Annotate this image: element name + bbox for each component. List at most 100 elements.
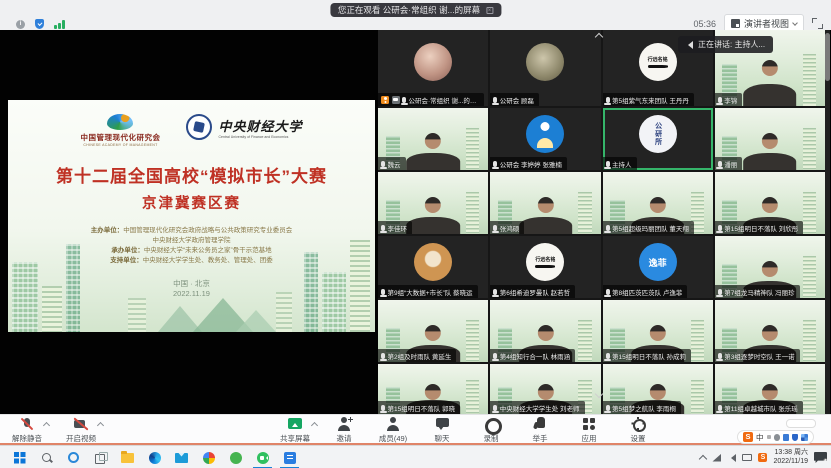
ime-mic-icon[interactable]	[774, 434, 780, 441]
scroll-down-icon[interactable]	[594, 392, 606, 400]
meeting-app-icon[interactable]	[249, 446, 276, 468]
participant-tile[interactable]: 张鸿硕	[490, 172, 600, 234]
participant-name: 第3组逐梦时空队 王一诺	[724, 351, 794, 361]
docs-app-icon[interactable]	[276, 446, 303, 468]
participant-tile[interactable]: 公研所 主持人	[603, 108, 713, 170]
sogou-logo-icon[interactable]: S	[743, 432, 753, 442]
participant-tile[interactable]: 第11组卓越城市队 张乐瑶	[715, 364, 825, 414]
caret-up-icon[interactable]	[44, 421, 50, 427]
participant-tile[interactable]: 公研会 顾磊	[490, 30, 600, 106]
file-explorer-icon[interactable]	[114, 446, 141, 468]
participant-tile[interactable]: 公研会 李婷婷 张雅楠	[490, 108, 600, 170]
grid-scrollbar-thumb[interactable]	[825, 33, 830, 81]
participant-tile[interactable]: 公研会·常组织 谢...的屏幕	[378, 30, 488, 106]
participant-name-label: 张鸿硕	[490, 221, 524, 234]
toolbar-share-button[interactable]: 共享屏幕	[278, 417, 312, 444]
info-icon[interactable]: i	[16, 20, 25, 29]
person-silhouette	[736, 60, 804, 106]
search-icon[interactable]	[33, 446, 60, 468]
participant-tile[interactable]: 第15组明日不落队 孙成莉	[603, 300, 713, 362]
browser-icon[interactable]	[195, 446, 222, 468]
ime-keyboard-icon[interactable]	[783, 434, 789, 441]
taskbar-clock[interactable]: 13:38 周六 2022/11/19	[773, 449, 808, 466]
caret-up-icon[interactable]	[98, 421, 104, 427]
participant-name: 中央财经大学学生处 刘老师	[500, 403, 580, 413]
avatar-text: 行远名铭	[535, 256, 555, 263]
participant-tile[interactable]: 潘丽	[715, 108, 825, 170]
ime-toolbox-icon[interactable]	[801, 434, 808, 441]
mic-icon	[493, 405, 497, 411]
view-mode-label: 演讲者视图	[744, 17, 789, 30]
participant-tile[interactable]: 李佳环	[378, 172, 488, 234]
sogou-input-bar[interactable]: S 中	[737, 430, 814, 444]
avatar-text: 公研所	[653, 122, 663, 146]
toolbar-chat-button[interactable]: 聊天	[425, 417, 459, 444]
participant-name-label: 第5组超级玛丽团队 董天翔	[603, 221, 694, 234]
input-language-icon[interactable]	[742, 454, 752, 461]
security-shield-icon[interactable]	[35, 19, 44, 29]
windows-start-icon[interactable]	[6, 446, 33, 468]
participant-tile[interactable]: 魏云	[378, 108, 488, 170]
participant-name-label: 中央财经大学学生处 刘老师	[490, 401, 584, 414]
caret-up-icon[interactable]	[312, 421, 318, 427]
cortana-icon[interactable]	[60, 446, 87, 468]
participant-name: 第6组希迪罗曼队 赵若哲	[500, 287, 570, 297]
green-app-icon[interactable]	[222, 446, 249, 468]
avatar: 公研所	[639, 115, 677, 153]
toolbar-settings-button[interactable]: 设置	[621, 417, 655, 444]
grid-scrollbar[interactable]	[825, 30, 830, 414]
participant-tile[interactable]: 第3组逐梦时空队 王一诺	[715, 300, 825, 362]
sogou-tray-icon[interactable]: S	[758, 453, 767, 462]
fullscreen-icon[interactable]	[812, 18, 823, 29]
avatar: 逸菲	[639, 243, 677, 281]
network-icon[interactable]	[712, 454, 721, 462]
hand-icon	[531, 417, 549, 432]
settings-icon	[629, 417, 647, 432]
participant-name: 公研会 顾磊	[500, 95, 534, 105]
banner-close-icon[interactable]: ×	[486, 7, 493, 14]
slide-organizer-lines: 主办单位：中国管理现代化研究会政府战略与公共政策研究专业委员会中央财经大学政府管…	[8, 226, 375, 266]
notification-center-icon[interactable]: 1	[814, 452, 827, 463]
toolbar-unmute-button[interactable]: 解除静音	[10, 417, 44, 444]
volume-icon[interactable]	[727, 454, 736, 462]
toolbar-hand-button[interactable]: 举手	[523, 417, 557, 444]
participant-name: 第15组明日不落队 孙成莉	[612, 351, 686, 361]
participant-tile[interactable]: 第5组超级玛丽团队 董天翔	[603, 172, 713, 234]
edge-browser-icon[interactable]	[141, 446, 168, 468]
toolbar-apps-button[interactable]: 应用	[572, 417, 606, 444]
ime-mode-label[interactable]: 中	[756, 432, 764, 443]
participant-tile[interactable]: 第9组“大数据+市长”队 蔡晓运	[378, 236, 488, 298]
ime-shield-icon[interactable]	[792, 434, 798, 441]
participant-name-label: 魏云	[378, 157, 406, 170]
toolbar-video-button[interactable]: 开启视频	[64, 417, 98, 444]
ime-candidate-pill	[786, 419, 816, 428]
task-view-icon[interactable]	[87, 446, 114, 468]
toolbar-record-button[interactable]: 录制	[474, 417, 508, 444]
mic-icon	[718, 353, 722, 359]
ime-punct-icon[interactable]	[767, 435, 771, 439]
participant-name: 潘丽	[724, 159, 737, 169]
toolbar-members-button[interactable]: 成员(49)	[376, 417, 410, 444]
scroll-up-icon[interactable]	[594, 33, 606, 41]
participant-tile[interactable]: 行远名铭 第6组希迪罗曼队 赵若哲	[490, 236, 600, 298]
tray-expand-icon[interactable]	[699, 454, 707, 462]
participant-name-label: 李锦	[715, 93, 743, 106]
participant-name-label: 第8组匹茨匹茨队 卢逸菲	[603, 285, 688, 298]
toolbar-invite-button[interactable]: 邀请	[327, 417, 361, 444]
avatar	[414, 43, 452, 81]
chat-badge-icon	[392, 96, 400, 104]
participant-tile[interactable]: 第7组龙马精神队 冯丽珍	[715, 236, 825, 298]
participant-tile[interactable]: 第15组明日不落队 郭晓	[378, 364, 488, 414]
participant-tile[interactable]: 中央财经大学学生处 刘老师	[490, 364, 600, 414]
participant-tile[interactable]: 逸菲 第8组匹茨匹茨队 卢逸菲	[603, 236, 713, 298]
participant-tile[interactable]: 第2组及时雨队 黄延生	[378, 300, 488, 362]
participant-tile[interactable]: 第4组知行合一队 林雨涵	[490, 300, 600, 362]
mic-icon	[718, 161, 722, 167]
mail-icon[interactable]	[168, 446, 195, 468]
participant-tile[interactable]: 第5组梦之航队 李雨桐	[603, 364, 713, 414]
meeting-toolbar: 解除静音 开启视频 共享屏幕 邀请 成员(49) 聊天 录制 举手 应用 设置	[0, 414, 831, 443]
mic-icon	[493, 353, 497, 359]
participant-tile[interactable]: 第15组明日不落队 刘欣彤	[715, 172, 825, 234]
participant-name-label: 第7组龙马精神队 冯丽珍	[715, 285, 800, 298]
participant-name-label: 第9组“大数据+市长”队 蔡晓运	[378, 285, 478, 298]
